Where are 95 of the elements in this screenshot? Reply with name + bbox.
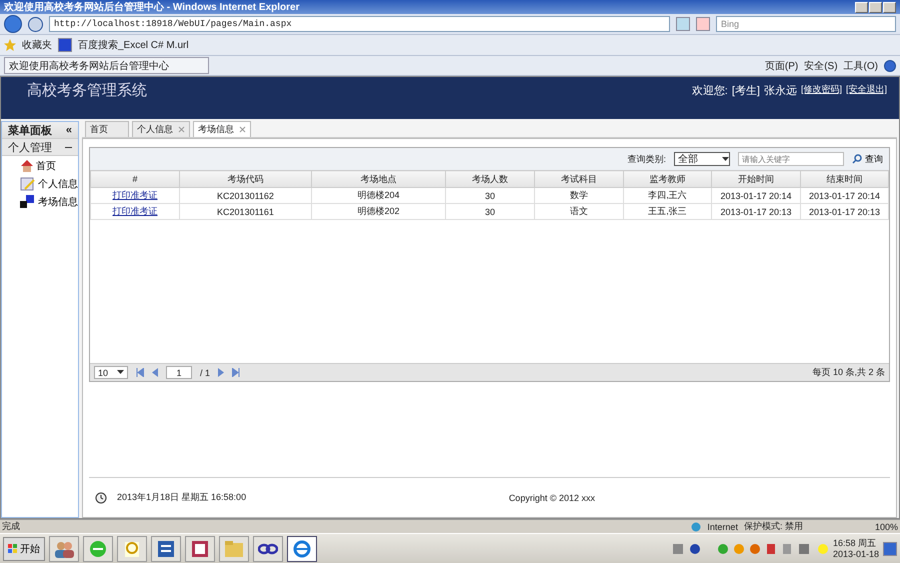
column-header[interactable]: 开始时间 [712, 170, 800, 188]
column-header[interactable]: 监考教师 [624, 170, 712, 188]
filter-label: 查询类别: [627, 152, 666, 166]
welcome-text: 欢迎您: [692, 84, 728, 98]
column-header[interactable]: 结束时间 [800, 170, 888, 188]
table-cell: KC201301162 [217, 190, 274, 200]
table-cell: 30 [484, 206, 495, 216]
back-button[interactable] [4, 15, 22, 33]
keyword-field[interactable]: 请输入关键字 [738, 152, 844, 166]
search-field[interactable]: Bing [716, 16, 896, 32]
page-field[interactable]: 1 [166, 366, 192, 379]
status-text: 完成 [2, 520, 20, 533]
windows-logo-icon [8, 544, 18, 554]
previous-page-icon [152, 368, 158, 377]
page-tab[interactable]: 首页 [85, 121, 129, 137]
close-icon [239, 126, 246, 133]
sidebar-title: 菜单面板 [8, 124, 52, 138]
show-desktop-button[interactable] [883, 542, 897, 556]
clock-date: 2013-01-18 [832, 548, 879, 560]
favorites-label: 收藏夹 [22, 38, 52, 52]
table-cell: 语文 [570, 206, 588, 216]
page-tab[interactable]: 个人信息 [132, 121, 190, 137]
table-cell: 30 [484, 190, 495, 200]
star-icon [4, 39, 16, 51]
command-menu[interactable]: 安全(S) [804, 58, 838, 72]
house-icon [20, 159, 34, 173]
column-header[interactable]: 考场人数 [446, 170, 534, 188]
category-select[interactable]: 全部 [674, 152, 730, 166]
taskbar-app[interactable] [49, 536, 79, 562]
column-header[interactable]: 考试科目 [534, 170, 624, 188]
collapse-toggle[interactable]: « [66, 124, 72, 136]
document-icon [20, 177, 36, 191]
command-menu[interactable]: 页面(P) [764, 58, 798, 72]
address-field[interactable]: http://localhost:18918/WebUI/pages/Main.aspx [49, 16, 670, 32]
protected-mode: 保护模式: 禁用 [744, 520, 803, 533]
column-header[interactable]: 考场地点 [312, 170, 446, 188]
table-cell: 明德楼202 [357, 206, 400, 216]
page-total: / 1 [200, 368, 210, 378]
group-title: 个人管理 [8, 140, 52, 154]
table-cell: 李四,王六 [648, 190, 687, 200]
command-menu[interactable]: 工具(O) [844, 58, 878, 72]
document-icon [157, 540, 175, 558]
header-link[interactable]: [修改密码] [800, 83, 842, 98]
system-title: 高校考务管理系统 [27, 81, 147, 100]
table-cell: KC201301161 [217, 206, 274, 216]
security-zone: Internet [707, 522, 738, 532]
header-link[interactable]: [安全退出] [846, 83, 887, 98]
search-button[interactable]: 查询 [852, 152, 883, 166]
user-name: 张永远 [764, 84, 797, 98]
table-cell: 数学 [570, 190, 588, 200]
column-header[interactable]: 考场代码 [180, 170, 312, 188]
pager-summary: 每页 10 条,共 2 条 [812, 366, 885, 379]
next-page-icon [218, 368, 224, 377]
menu-item[interactable]: 个人信息 [2, 174, 78, 192]
folder-icon [224, 540, 244, 558]
table-cell: 2013-01-17 20:14 [808, 190, 880, 200]
table-cell: 2013-01-17 20:13 [808, 206, 880, 216]
dropdown-arrow-icon [722, 156, 729, 162]
taskbar-app[interactable] [185, 536, 215, 562]
people-icon [54, 540, 74, 558]
search-icon [852, 154, 862, 164]
close-icon [178, 126, 185, 133]
forward-button[interactable] [28, 16, 43, 32]
page-tab[interactable]: 考场信息 [193, 121, 251, 137]
table-cell: 2013-01-17 20:14 [720, 190, 792, 200]
user-role: [考生] [732, 84, 760, 98]
table-cell: 明德楼204 [357, 190, 400, 200]
menu-item[interactable]: 考场信息 [2, 192, 78, 210]
close-button[interactable] [883, 2, 896, 12]
zoom-level[interactable]: 100% [874, 522, 898, 532]
favorite-link[interactable]: 百度搜索_Excel C# M.url [78, 38, 189, 52]
infinity-icon [258, 542, 278, 554]
clock-time: 16:58 周五 [832, 538, 877, 548]
blocks-icon [20, 195, 36, 209]
sun-icon [816, 542, 829, 554]
minimize-button[interactable] [855, 2, 868, 12]
last-page-icon [232, 368, 240, 377]
table-cell: 王五,张三 [648, 206, 687, 216]
column-header[interactable]: # [90, 170, 180, 188]
browser-icon [292, 538, 312, 558]
current-datetime: 2013年1月18日 星期五 16:58:00 [117, 491, 246, 504]
start-button[interactable]: 开始 [3, 536, 45, 560]
taskbar-app[interactable] [253, 536, 283, 562]
first-page-icon [136, 368, 144, 377]
table-cell: 2013-01-17 20:13 [720, 206, 792, 216]
dropdown-arrow-icon [117, 370, 124, 375]
taskbar-app[interactable] [287, 536, 317, 562]
copyright-text: Copyright © 2012 xxx [508, 492, 595, 502]
page-size-select[interactable]: 10 [94, 366, 128, 379]
maximize-button[interactable] [869, 2, 882, 12]
menu-item[interactable]: 首页 [2, 156, 78, 174]
clock-icon [95, 492, 107, 504]
window-title: 欢迎使用高校考务网站后台管理中心 - Windows Internet Explorer [4, 0, 300, 14]
taskbar-app[interactable] [151, 536, 181, 562]
browser-tab[interactable]: 欢迎使用高校考务网站后台管理中心 [4, 57, 209, 74]
